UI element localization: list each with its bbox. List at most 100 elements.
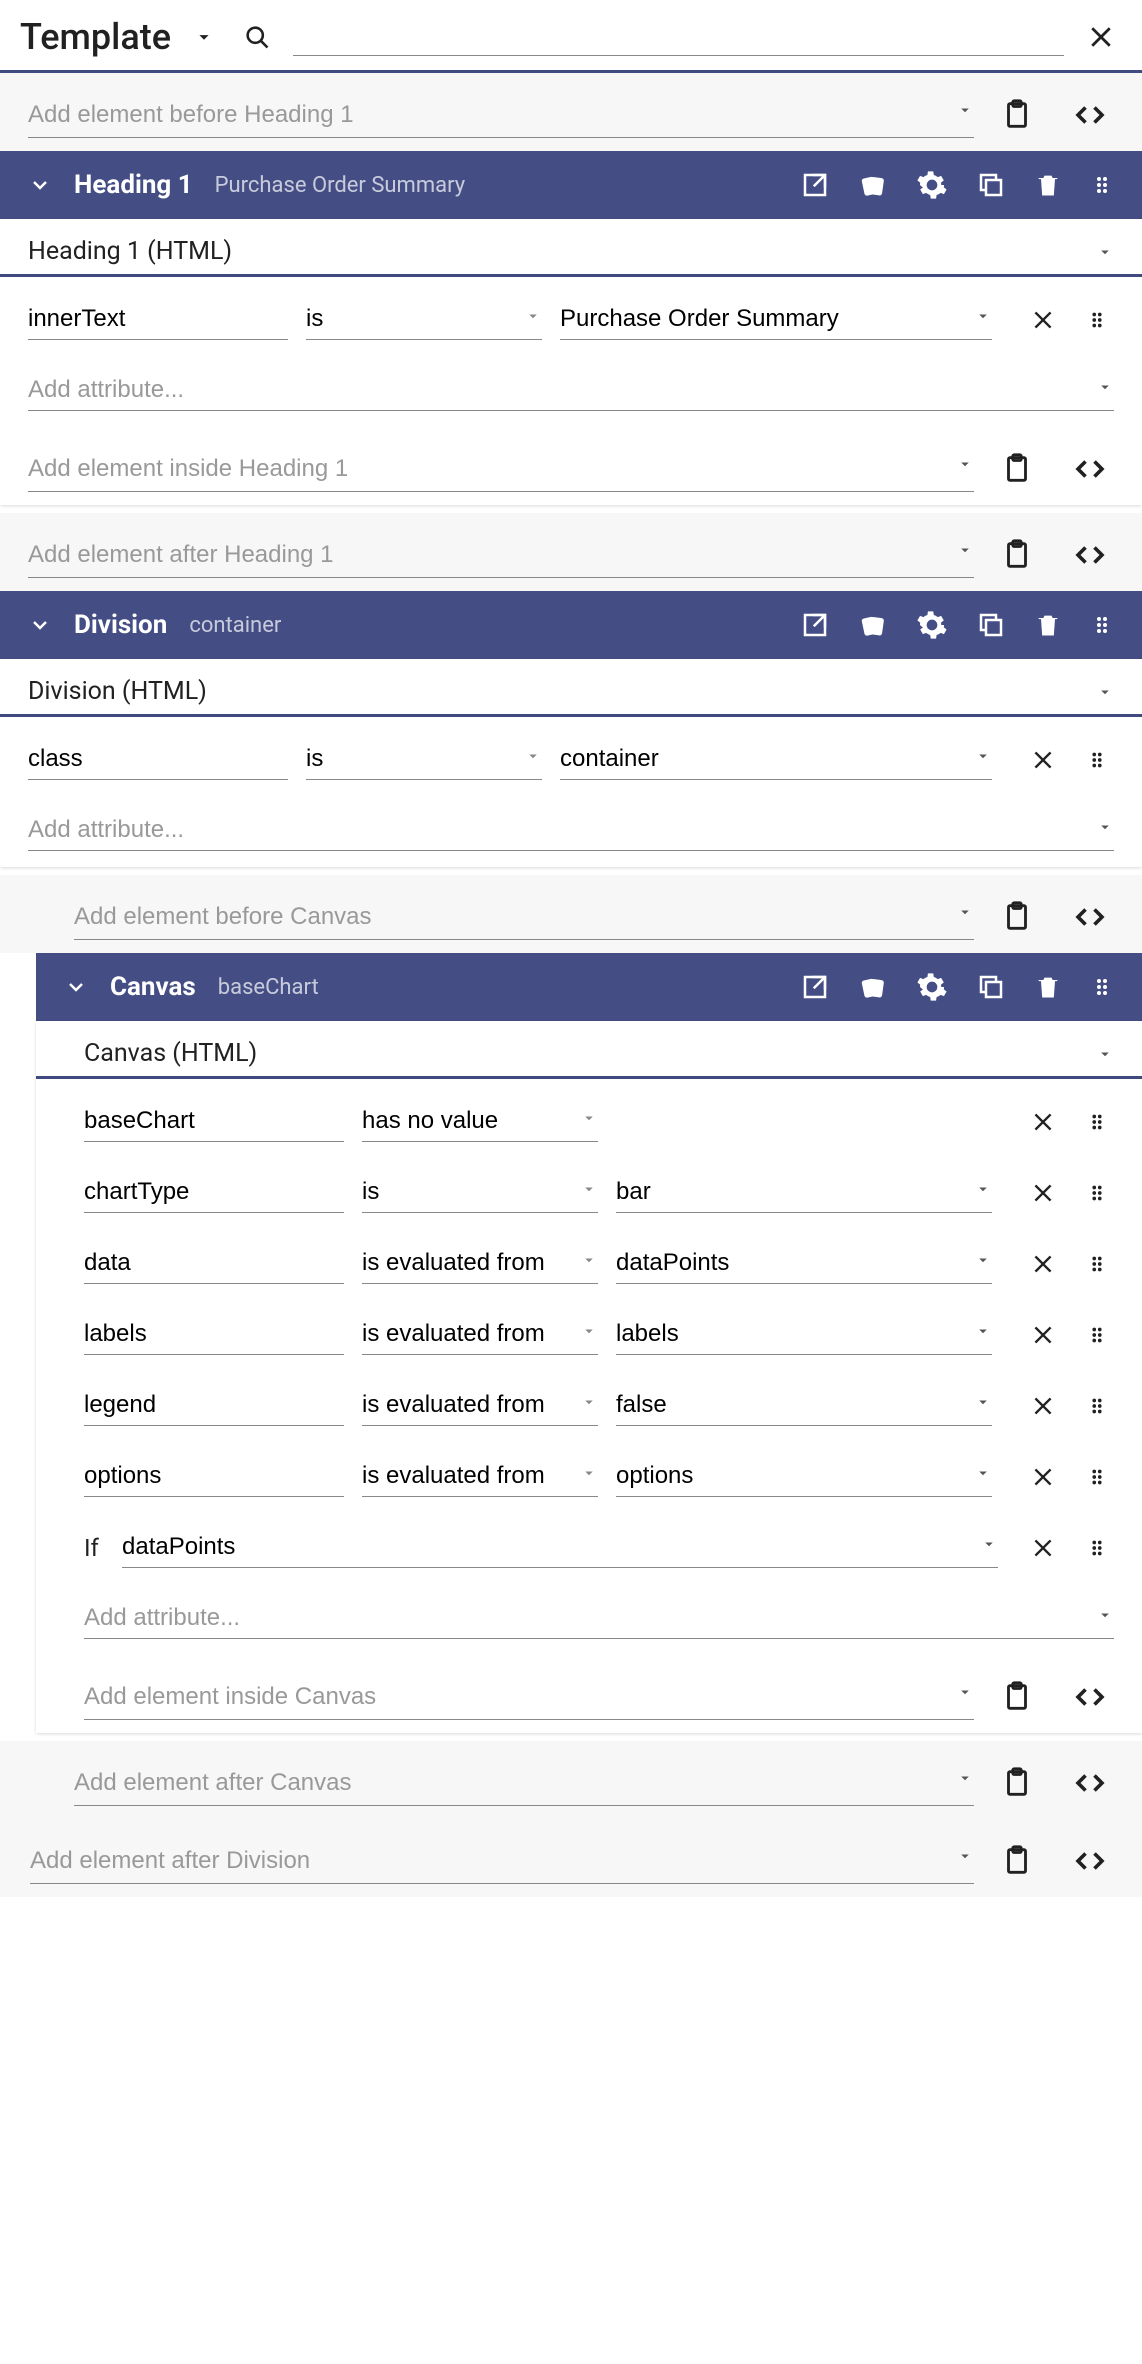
open-new-icon[interactable] (794, 968, 836, 1006)
attr-name-input[interactable] (84, 1314, 344, 1355)
attr-name-input[interactable] (28, 299, 288, 340)
drag-handle-icon[interactable] (1080, 1318, 1114, 1352)
chevron-down-icon[interactable] (580, 1393, 598, 1411)
chevron-down-icon[interactable] (956, 903, 974, 921)
drag-handle-icon[interactable] (1084, 169, 1120, 201)
close-icon[interactable] (1024, 741, 1062, 779)
clipboard-icon[interactable] (994, 894, 1040, 940)
clipboard-icon[interactable] (994, 532, 1040, 578)
trash-icon[interactable] (1028, 969, 1068, 1005)
chevron-down-icon[interactable] (1096, 243, 1114, 261)
code-icon[interactable] (1066, 1673, 1114, 1721)
chevron-down-icon[interactable] (956, 1847, 974, 1865)
heading1-type-label[interactable]: Heading 1 (HTML) (28, 237, 1096, 266)
trash-icon[interactable] (1028, 167, 1068, 203)
clipboard-icon[interactable] (994, 1674, 1040, 1720)
close-icon[interactable] (1024, 1458, 1062, 1496)
drag-handle-icon[interactable] (1080, 1460, 1114, 1494)
drag-handle-icon[interactable] (1084, 971, 1120, 1003)
chevron-down-icon[interactable] (974, 1180, 992, 1198)
chevron-down-icon[interactable] (1096, 683, 1114, 701)
gear-icon[interactable] (910, 605, 954, 645)
attr-value-input[interactable] (616, 1172, 992, 1212)
chevron-down-icon[interactable] (580, 1322, 598, 1340)
cards-icon[interactable] (852, 968, 894, 1006)
copy-icon[interactable] (970, 166, 1012, 204)
chevron-down-icon[interactable] (974, 1393, 992, 1411)
chevron-down-icon[interactable] (956, 541, 974, 559)
chevron-down-icon[interactable] (974, 747, 992, 765)
code-icon[interactable] (1066, 1759, 1114, 1807)
code-icon[interactable] (1066, 893, 1114, 941)
code-icon[interactable] (1066, 91, 1114, 139)
attr-op-select[interactable] (362, 1172, 598, 1212)
drag-handle-icon[interactable] (1080, 1389, 1114, 1423)
cards-icon[interactable] (852, 606, 894, 644)
close-icon[interactable] (1024, 1245, 1062, 1283)
trash-icon[interactable] (1028, 607, 1068, 643)
add-attribute-input[interactable] (84, 1598, 1114, 1638)
copy-icon[interactable] (970, 968, 1012, 1006)
add-after-canvas-input[interactable] (74, 1761, 974, 1806)
attr-name-input[interactable] (84, 1385, 344, 1426)
chevron-down-icon[interactable] (980, 1535, 998, 1553)
attr-op-select[interactable] (306, 299, 542, 339)
attr-op-select[interactable] (306, 739, 542, 779)
drag-handle-icon[interactable] (1080, 303, 1114, 337)
code-icon[interactable] (1066, 445, 1114, 493)
drag-handle-icon[interactable] (1080, 1247, 1114, 1281)
close-icon[interactable] (1024, 1174, 1062, 1212)
add-after-division-input[interactable] (30, 1839, 974, 1884)
gear-icon[interactable] (910, 165, 954, 205)
clipboard-icon[interactable] (994, 92, 1040, 138)
gear-icon[interactable] (910, 967, 954, 1007)
chevron-down-icon[interactable] (956, 101, 974, 119)
attr-value-input[interactable] (616, 1385, 992, 1425)
chevron-down-icon[interactable] (974, 1464, 992, 1482)
drag-handle-icon[interactable] (1080, 743, 1114, 777)
chevron-down-icon[interactable] (1096, 1045, 1114, 1063)
drag-handle-icon[interactable] (1080, 1105, 1114, 1139)
canvas-type-label[interactable]: Canvas (HTML) (84, 1039, 1096, 1068)
collapse-icon[interactable] (58, 971, 94, 1003)
drag-handle-icon[interactable] (1084, 609, 1120, 641)
chevron-down-icon[interactable] (580, 1180, 598, 1198)
attr-op-select[interactable] (362, 1243, 598, 1283)
collapse-icon[interactable] (22, 609, 58, 641)
chevron-down-icon[interactable] (1096, 818, 1114, 836)
add-inside-heading1-input[interactable] (28, 447, 974, 492)
close-icon[interactable] (1024, 1103, 1062, 1141)
attr-value-input[interactable] (560, 739, 992, 779)
chevron-down-icon[interactable] (974, 1322, 992, 1340)
drag-handle-icon[interactable] (1080, 1531, 1114, 1565)
chevron-down-icon[interactable] (974, 307, 992, 325)
attr-op-select[interactable] (362, 1101, 598, 1141)
chevron-down-icon[interactable] (524, 307, 542, 325)
add-before-heading1-input[interactable] (28, 93, 974, 138)
cards-icon[interactable] (852, 166, 894, 204)
chevron-down-icon[interactable] (580, 1464, 598, 1482)
attr-name-input[interactable] (84, 1172, 344, 1213)
add-attribute-input[interactable] (28, 370, 1114, 410)
collapse-icon[interactable] (22, 169, 58, 201)
chevron-down-icon[interactable] (956, 1769, 974, 1787)
code-icon[interactable] (1066, 531, 1114, 579)
attr-value-input[interactable] (616, 1456, 992, 1496)
open-new-icon[interactable] (794, 166, 836, 204)
chevron-down-icon[interactable] (956, 1683, 974, 1701)
add-inside-canvas-input[interactable] (84, 1675, 974, 1720)
attr-op-select[interactable] (362, 1456, 598, 1496)
copy-icon[interactable] (970, 606, 1012, 644)
attr-name-input[interactable] (84, 1243, 344, 1284)
attr-name-input[interactable] (84, 1101, 344, 1142)
chevron-down-icon[interactable] (974, 1251, 992, 1269)
close-icon[interactable] (1024, 1529, 1062, 1567)
code-icon[interactable] (1066, 1837, 1114, 1885)
chevron-down-icon[interactable] (580, 1251, 598, 1269)
chevron-down-icon[interactable] (1096, 378, 1114, 396)
chevron-down-icon[interactable] (956, 455, 974, 473)
clipboard-icon[interactable] (994, 1760, 1040, 1806)
close-icon[interactable] (1024, 1316, 1062, 1354)
open-new-icon[interactable] (794, 606, 836, 644)
chevron-down-icon[interactable] (580, 1109, 598, 1127)
